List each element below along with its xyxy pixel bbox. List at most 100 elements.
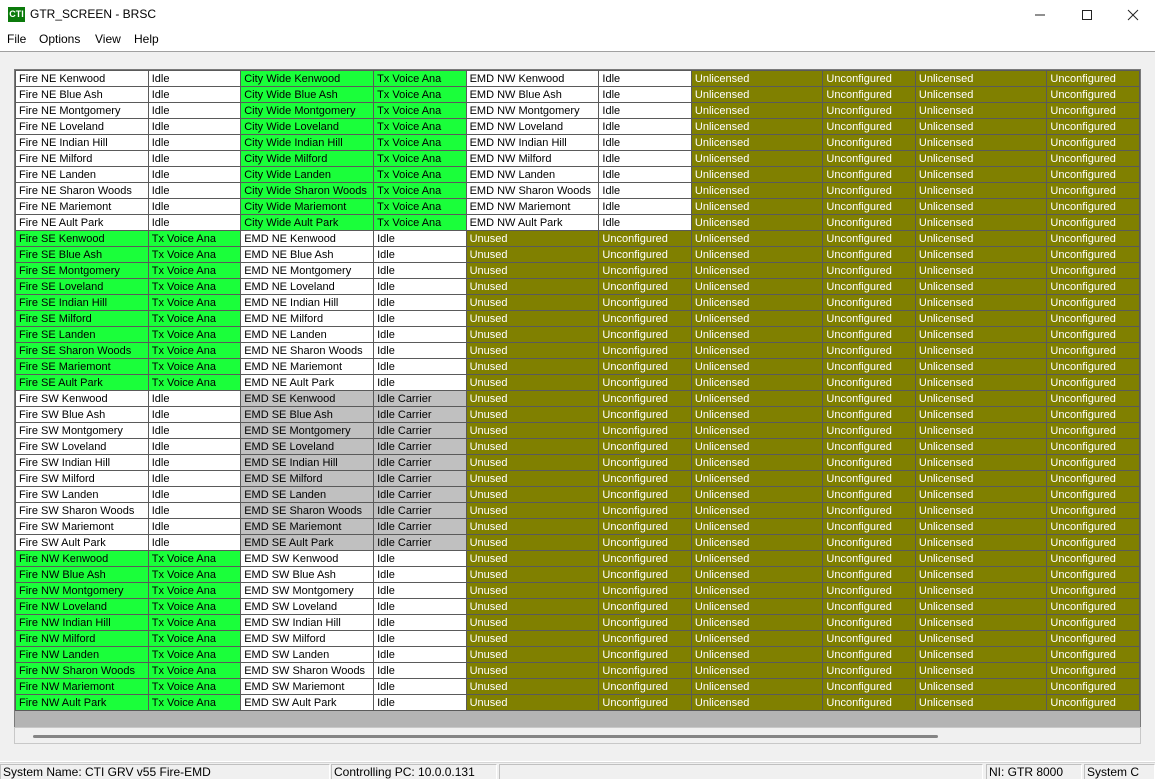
grid-cell[interactable]: Unconfigured: [822, 454, 916, 471]
grid-cell[interactable]: Unlicensed: [690, 454, 824, 471]
grid-cell[interactable]: Fire SE Landen: [15, 326, 149, 343]
scrollbar-thumb[interactable]: [33, 735, 938, 738]
grid-cell[interactable]: Unlicensed: [914, 278, 1048, 295]
grid-cell[interactable]: Unconfigured: [1046, 358, 1140, 375]
grid-cell[interactable]: Unconfigured: [822, 390, 916, 407]
grid-cell[interactable]: Tx Voice Ana: [147, 374, 242, 391]
grid-cell[interactable]: City Wide Mariemont: [240, 198, 375, 215]
grid-cell[interactable]: Idle: [373, 614, 467, 631]
grid-cell[interactable]: Fire NE Ault Park: [15, 214, 149, 231]
grid-cell[interactable]: Unconfigured: [1046, 614, 1140, 631]
grid-cell[interactable]: Unused: [465, 326, 600, 343]
grid-cell[interactable]: Unlicensed: [690, 406, 824, 423]
grid-cell[interactable]: Fire NE Mariemont: [15, 198, 149, 215]
grid-cell[interactable]: EMD NW Milford: [465, 150, 600, 167]
grid-cell[interactable]: Idle: [598, 214, 692, 231]
grid-cell[interactable]: Fire SW Loveland: [15, 438, 149, 455]
grid-cell[interactable]: Tx Voice Ana: [147, 630, 242, 647]
grid-cell[interactable]: Tx Voice Ana: [147, 646, 242, 663]
grid-cell[interactable]: City Wide Milford: [240, 150, 375, 167]
grid-cell[interactable]: Idle Carrier: [373, 438, 467, 455]
grid-cell[interactable]: Unconfigured: [598, 646, 692, 663]
grid-cell[interactable]: Unused: [465, 550, 600, 567]
grid-cell[interactable]: Unlicensed: [690, 566, 824, 583]
grid-cell[interactable]: Unconfigured: [822, 566, 916, 583]
grid-cell[interactable]: Unlicensed: [690, 534, 824, 551]
grid-cell[interactable]: Unlicensed: [914, 102, 1048, 119]
grid-cell[interactable]: Unconfigured: [822, 166, 916, 183]
grid-cell[interactable]: EMD NE Milford: [240, 310, 375, 327]
grid-cell[interactable]: Unlicensed: [914, 646, 1048, 663]
grid-cell[interactable]: Tx Voice Ana: [147, 694, 242, 711]
grid-cell[interactable]: EMD SE Milford: [240, 470, 375, 487]
menu-view[interactable]: View: [95, 32, 121, 46]
grid-cell[interactable]: EMD NE Kenwood: [240, 230, 375, 247]
grid-cell[interactable]: Unconfigured: [1046, 694, 1140, 711]
grid-cell[interactable]: Unconfigured: [822, 630, 916, 647]
grid-cell[interactable]: Unlicensed: [690, 518, 824, 535]
grid-cell[interactable]: Unused: [465, 518, 600, 535]
grid-cell[interactable]: Unconfigured: [598, 566, 692, 583]
grid-cell[interactable]: City Wide Indian Hill: [240, 134, 375, 151]
grid-cell[interactable]: Unconfigured: [822, 294, 916, 311]
grid-cell[interactable]: Idle: [147, 534, 242, 551]
grid-cell[interactable]: EMD NW Ault Park: [465, 214, 600, 231]
grid-cell[interactable]: Tx Voice Ana: [147, 326, 242, 343]
grid-cell[interactable]: Unlicensed: [690, 390, 824, 407]
grid-cell[interactable]: Unconfigured: [822, 118, 916, 135]
grid-cell[interactable]: City Wide Landen: [240, 166, 375, 183]
grid-cell[interactable]: Unconfigured: [822, 534, 916, 551]
grid-cell[interactable]: Idle: [147, 70, 242, 87]
grid-cell[interactable]: Idle: [598, 86, 692, 103]
grid-cell[interactable]: Unconfigured: [1046, 310, 1140, 327]
grid-cell[interactable]: Tx Voice Ana: [373, 118, 467, 135]
grid-cell[interactable]: Unconfigured: [1046, 198, 1140, 215]
grid-cell[interactable]: Unlicensed: [914, 86, 1048, 103]
grid-cell[interactable]: Idle Carrier: [373, 406, 467, 423]
grid-cell[interactable]: Fire NW Loveland: [15, 598, 149, 615]
grid-cell[interactable]: Unconfigured: [1046, 326, 1140, 343]
grid-cell[interactable]: Fire SE Milford: [15, 310, 149, 327]
grid-cell[interactable]: Fire SE Indian Hill: [15, 294, 149, 311]
grid-cell[interactable]: EMD NW Indian Hill: [465, 134, 600, 151]
grid-cell[interactable]: Unlicensed: [690, 678, 824, 695]
grid-cell[interactable]: Unlicensed: [914, 534, 1048, 551]
grid-cell[interactable]: Unlicensed: [914, 486, 1048, 503]
grid-cell[interactable]: EMD NE Loveland: [240, 278, 375, 295]
grid-cell[interactable]: Tx Voice Ana: [147, 598, 242, 615]
grid-cell[interactable]: Fire SW Kenwood: [15, 390, 149, 407]
grid-cell[interactable]: Unconfigured: [822, 598, 916, 615]
grid-cell[interactable]: Unused: [465, 502, 600, 519]
grid-cell[interactable]: Unconfigured: [1046, 230, 1140, 247]
grid-cell[interactable]: Idle: [373, 246, 467, 263]
grid-cell[interactable]: Unconfigured: [1046, 662, 1140, 679]
grid-cell[interactable]: Unconfigured: [1046, 182, 1140, 199]
grid-cell[interactable]: Idle Carrier: [373, 518, 467, 535]
grid-cell[interactable]: Unconfigured: [598, 358, 692, 375]
grid-cell[interactable]: EMD NW Montgomery: [465, 102, 600, 119]
grid-cell[interactable]: Fire NW Indian Hill: [15, 614, 149, 631]
grid-cell[interactable]: Unconfigured: [1046, 566, 1140, 583]
grid-cell[interactable]: Idle: [147, 422, 242, 439]
grid-cell[interactable]: Unused: [465, 230, 600, 247]
grid-cell[interactable]: Unconfigured: [598, 262, 692, 279]
grid-cell[interactable]: Unconfigured: [822, 422, 916, 439]
grid-cell[interactable]: Fire SE Ault Park: [15, 374, 149, 391]
grid-cell[interactable]: Unconfigured: [822, 134, 916, 151]
menu-file[interactable]: File: [7, 32, 26, 46]
grid-cell[interactable]: Unlicensed: [690, 374, 824, 391]
grid-cell[interactable]: Unconfigured: [1046, 214, 1140, 231]
grid-cell[interactable]: Idle: [147, 182, 242, 199]
grid-cell[interactable]: EMD SE Blue Ash: [240, 406, 375, 423]
grid-cell[interactable]: EMD SW Landen: [240, 646, 375, 663]
grid-cell[interactable]: Unlicensed: [914, 326, 1048, 343]
grid-cell[interactable]: EMD SE Ault Park: [240, 534, 375, 551]
grid-cell[interactable]: Idle: [373, 566, 467, 583]
grid-cell[interactable]: EMD SW Sharon Woods: [240, 662, 375, 679]
grid-cell[interactable]: Unlicensed: [690, 662, 824, 679]
grid-cell[interactable]: Unlicensed: [914, 358, 1048, 375]
grid-cell[interactable]: Unconfigured: [1046, 406, 1140, 423]
grid-cell[interactable]: Unconfigured: [598, 678, 692, 695]
grid-cell[interactable]: Idle: [598, 134, 692, 151]
grid-cell[interactable]: Unused: [465, 614, 600, 631]
